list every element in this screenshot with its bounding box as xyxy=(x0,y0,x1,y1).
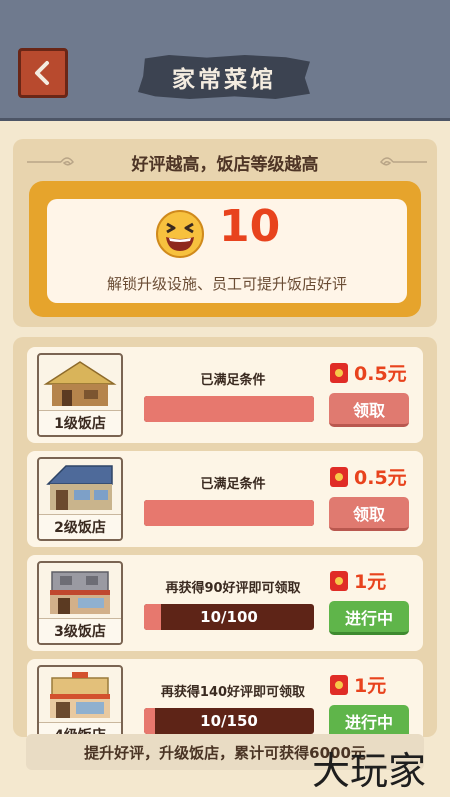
in-progress-button[interactable]: 进行中 xyxy=(329,705,409,737)
list-item: 4级饭店 再获得140好评即可领取 10/150 1元 进行中 xyxy=(27,659,423,737)
shop-level-label: 1级饭店 xyxy=(39,410,121,435)
progress-text: 10/150 xyxy=(200,712,258,730)
shop-thumbnail: 3级饭店 xyxy=(37,561,123,645)
condition-text: 再获得90好评即可领取 xyxy=(165,581,301,596)
main-content: 好评越高，饭店等级越高 10 解锁升级设施、员工可提升饭店好评 1级饭店 已满足… xyxy=(0,121,450,797)
score-inner: 10 解锁升级设施、员工可提升饭店好评 xyxy=(47,199,407,303)
list-item: 1级饭店 已满足条件 0.5元 领取 xyxy=(27,347,423,443)
progress-bar: 10/100 xyxy=(144,604,314,630)
score-box: 10 解锁升级设施、员工可提升饭店好评 xyxy=(29,181,421,317)
watermark-logo: 大玩家 xyxy=(312,749,427,793)
back-button[interactable] xyxy=(18,48,68,98)
shop-level-list[interactable]: 1级饭店 已满足条件 0.5元 领取 2级饭店 已满足条件 0.5元 领取 3级… xyxy=(13,337,437,737)
progress-bar: 10/150 xyxy=(144,708,314,734)
condition-text: 再获得140好评即可领取 xyxy=(160,685,306,700)
reward-amount: 0.5元 xyxy=(354,467,407,489)
claim-button[interactable]: 领取 xyxy=(329,393,409,427)
reward: 0.5元 xyxy=(330,359,407,386)
reward-amount: 0.5元 xyxy=(354,363,407,385)
left-cloud-ornament-icon xyxy=(27,157,74,166)
in-progress-button[interactable]: 进行中 xyxy=(329,601,409,635)
page-title: 家常菜馆 xyxy=(172,67,276,93)
laughing-face-icon xyxy=(156,210,204,258)
red-envelope-icon xyxy=(330,570,348,591)
score-value: 10 xyxy=(219,201,281,252)
progress-bar xyxy=(144,396,314,422)
reward: 1元 xyxy=(330,567,386,594)
list-item: 2级饭店 已满足条件 0.5元 领取 xyxy=(27,451,423,547)
progress-text xyxy=(144,500,314,526)
reward-amount: 1元 xyxy=(354,675,387,697)
red-envelope-icon xyxy=(330,674,348,695)
tiled-house-icon xyxy=(46,465,113,510)
shop-thumbnail: 4级饭店 xyxy=(37,665,123,737)
score-description: 解锁升级设施、员工可提升饭店好评 xyxy=(106,275,347,293)
progress-bar xyxy=(144,500,314,526)
shop-level-label: 3级饭店 xyxy=(39,618,121,643)
shop-level-label: 2级饭店 xyxy=(39,514,121,539)
back-arrow-icon xyxy=(35,61,49,85)
reward: 0.5元 xyxy=(330,463,407,490)
shop-thumbnail: 1级饭店 xyxy=(37,353,123,437)
reward: 1元 xyxy=(330,671,386,698)
progress-text: 10/100 xyxy=(200,608,258,626)
red-envelope-icon xyxy=(330,466,348,487)
claim-button[interactable]: 领取 xyxy=(329,497,409,531)
list-item: 3级饭店 再获得90好评即可领取 10/100 1元 进行中 xyxy=(27,555,423,651)
progress-text xyxy=(144,396,314,422)
hint-text: 好评越高，饭店等级越高 xyxy=(131,154,319,175)
reward-amount: 1元 xyxy=(354,571,387,593)
shop-thumbnail: 2级饭店 xyxy=(37,457,123,541)
condition-text: 已满足条件 xyxy=(200,477,266,492)
restaurant-building-icon xyxy=(50,672,110,718)
title-banner: 家常菜馆 xyxy=(138,55,310,99)
rating-panel: 好评越高，饭店等级越高 10 解锁升级设施、员工可提升饭店好评 xyxy=(13,139,437,327)
two-story-shop-icon xyxy=(50,571,110,614)
condition-text: 已满足条件 xyxy=(200,373,266,388)
right-cloud-ornament-icon xyxy=(380,157,427,166)
red-envelope-icon xyxy=(330,362,348,383)
straw-hut-icon xyxy=(43,361,117,406)
